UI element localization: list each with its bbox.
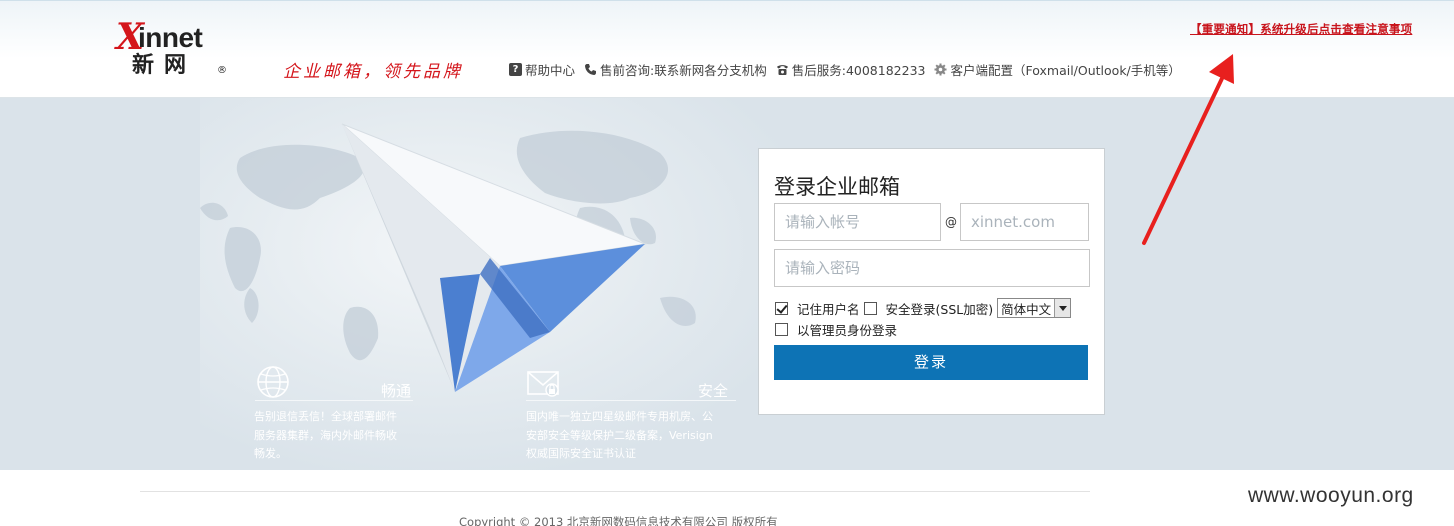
logo-registered-mark: ®	[217, 65, 227, 76]
login-button[interactable]: 登录	[774, 345, 1088, 380]
telephone-icon	[776, 63, 789, 76]
logo-chinese: 新网	[132, 53, 197, 78]
admin-login-row: 以管理员身份登录	[775, 320, 897, 339]
secure-mail-icon	[527, 371, 559, 397]
feature-unblocked-text: 告别退信丢信！全球部署邮件 服务器集群，海内外邮件畅收 畅发。	[254, 410, 397, 460]
gear-icon	[934, 63, 947, 76]
login-options-row: 记住用户名 安全登录(SSL加密) 简体中文	[775, 298, 1072, 318]
feature-security-text: 国内唯一独立四星级邮件专用机房、公 安部安全等级保护二级备案，Verisign …	[526, 410, 713, 460]
important-notice-link[interactable]: 【重要通知】系统升级后点击查看注意事项	[1190, 21, 1412, 37]
red-annotation-arrow	[1142, 54, 1234, 245]
feature-unblocked-divider	[255, 400, 413, 401]
remember-username-label: 记住用户名	[797, 301, 860, 317]
nav-help-label: 帮助中心	[525, 62, 576, 78]
admin-login-checkbox[interactable]	[775, 323, 788, 336]
globe-icon	[257, 366, 289, 398]
chevron-down-icon	[1054, 299, 1071, 317]
at-sign: @	[945, 215, 957, 229]
phone-icon	[584, 63, 597, 76]
nav-aftersale-label: 售后服务:4008182233	[791, 62, 926, 78]
watermark: www.wooyun.org	[1248, 484, 1414, 507]
nav-aftersale[interactable]: 售后服务:4008182233	[776, 60, 926, 79]
ssl-login-label: 安全登录(SSL加密)	[885, 301, 994, 317]
feature-security-divider	[526, 400, 736, 401]
language-select[interactable]: 简体中文	[997, 298, 1072, 318]
top-nav: ? 帮助中心 售前咨询:联系新网各分支机构 售后服务:4008182233 客户…	[509, 60, 1190, 79]
footer-divider	[140, 491, 1090, 492]
admin-login-label: 以管理员身份登录	[797, 323, 898, 338]
copyright-text: Copyright © 2013 北京新网数码信息技术有限公司 版权所有	[459, 515, 778, 526]
nav-presale-label: 售前咨询:联系新网各分支机构	[600, 62, 767, 78]
feature-unblocked-title: 畅通	[381, 382, 412, 400]
xinnet-logo[interactable]: X innet 新网 ®	[116, 19, 236, 81]
login-title: 登录企业邮箱	[774, 175, 900, 199]
language-select-value: 简体中文	[1001, 301, 1052, 317]
login-panel: 登录企业邮箱 @ 记住用户名 安全登录(SSL加密) 简体中文 以管理员身份登录…	[758, 148, 1105, 415]
password-input[interactable]	[774, 249, 1090, 287]
account-input[interactable]	[774, 203, 941, 241]
domain-input[interactable]	[960, 203, 1089, 241]
ssl-login-checkbox[interactable]	[863, 301, 877, 315]
remember-username-checkbox[interactable]	[775, 301, 788, 315]
logo-word: innet	[138, 22, 203, 53]
feature-security-title: 安全	[698, 382, 729, 400]
nav-help-center[interactable]: ? 帮助中心	[509, 60, 575, 79]
help-icon: ?	[509, 62, 522, 76]
nav-presale[interactable]: 售前咨询:联系新网各分支机构	[584, 60, 767, 79]
slogan: 企业邮箱，领先品牌	[283, 62, 463, 82]
